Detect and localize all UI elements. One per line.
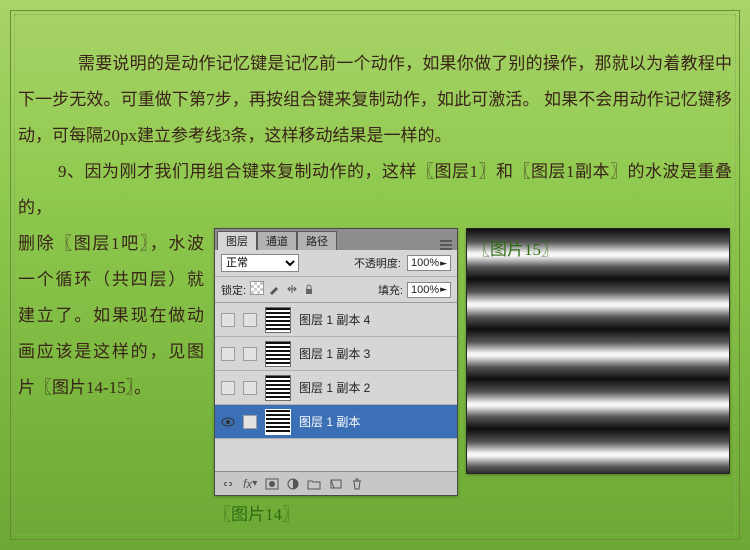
blend-opacity-row: 正常 不透明度: 100%▶ (215, 250, 457, 277)
lock-all-icon[interactable] (302, 283, 316, 297)
lock-position-icon[interactable] (285, 283, 299, 297)
opacity-value[interactable]: 100%▶ (407, 255, 451, 271)
tab-channels[interactable]: 通道 (257, 231, 297, 250)
layer-style-icon[interactable]: fx▾ (243, 477, 257, 491)
lock-pixels-icon[interactable] (267, 283, 281, 297)
panel-tabs: 图层 通道 路径 (215, 229, 457, 250)
layer-thumb (265, 307, 291, 333)
blend-mode-select[interactable]: 正常 (221, 254, 299, 272)
layer-row[interactable]: 图层 1 副本 3 (215, 337, 457, 371)
visibility-toggle[interactable] (221, 313, 235, 327)
paragraph-2b: 删除〖图层1吧〗，水波一个循环（共四层）就建立了。如果现在做动画应该是这样的，见… (18, 226, 204, 406)
fill-label: 填充: (378, 282, 403, 298)
paragraph-2a: 9、因为刚才我们用组合键来复制动作的，这样〖图层1〗和〖图层1副本〗的水波是重叠… (18, 154, 732, 226)
preview-wrap: 〖图片15〗 (466, 228, 730, 474)
link-box[interactable] (243, 415, 257, 429)
layers-list: 图层 1 副本 4 图层 1 副本 3 图层 1 副本 2 图层 1 副本 (215, 303, 457, 471)
opacity-label: 不透明度: (354, 255, 401, 271)
layers-panel-wrap: 图层 通道 路径 正常 不透明度: 100%▶ 锁定: (214, 228, 458, 525)
layer-name: 图层 1 副本 3 (299, 345, 370, 362)
link-layers-icon[interactable] (221, 478, 235, 490)
article-frame: 需要说明的是动作记忆键是记忆前一个动作，如果你做了别的操作，那就以为着教程中下一… (10, 10, 740, 540)
layer-group-icon[interactable] (307, 478, 321, 490)
tab-layers[interactable]: 图层 (217, 231, 257, 250)
lock-label: 锁定: (221, 282, 246, 298)
lock-icons (250, 281, 316, 298)
layer-thumb (265, 341, 291, 367)
paragraph-1: 需要说明的是动作记忆键是记忆前一个动作，如果你做了别的操作，那就以为着教程中下一… (18, 46, 732, 154)
image14-caption: 〖图片14〗 (214, 500, 458, 525)
image15-preview: 〖图片15〗 (466, 228, 730, 474)
layer-name: 图层 1 副本 (299, 413, 360, 430)
layer-name: 图层 1 副本 4 (299, 311, 370, 328)
link-box[interactable] (243, 347, 257, 361)
lock-transparent-icon[interactable] (250, 281, 264, 295)
tab-paths[interactable]: 路径 (297, 231, 337, 250)
link-box[interactable] (243, 313, 257, 327)
layer-thumb (265, 375, 291, 401)
panel-menu-icon[interactable] (439, 240, 453, 250)
link-box[interactable] (243, 381, 257, 395)
layer-row[interactable]: 图层 1 副本 (215, 405, 457, 439)
adjustment-layer-icon[interactable] (287, 478, 299, 490)
lock-fill-row: 锁定: 填充: 100 (215, 277, 457, 303)
visibility-toggle[interactable] (221, 347, 235, 361)
layer-thumb (265, 409, 291, 435)
visibility-toggle[interactable] (221, 381, 235, 395)
layer-row[interactable]: 图层 1 副本 4 (215, 303, 457, 337)
layer-mask-icon[interactable] (265, 478, 279, 490)
left-text-column: 删除〖图层1吧〗，水波一个循环（共四层）就建立了。如果现在做动画应该是这样的，见… (16, 226, 206, 406)
visibility-toggle[interactable] (221, 415, 235, 429)
delete-layer-icon[interactable] (351, 478, 363, 490)
fill-value[interactable]: 100%▶ (407, 282, 451, 298)
lower-section: 删除〖图层1吧〗，水波一个循环（共四层）就建立了。如果现在做动画应该是这样的，见… (16, 226, 734, 525)
layer-name: 图层 1 副本 2 (299, 379, 370, 396)
panel-footer: fx▾ (215, 471, 457, 495)
new-layer-icon[interactable] (329, 478, 343, 490)
image15-caption: 〖图片15〗 (473, 235, 558, 260)
layer-row[interactable]: 图层 1 副本 2 (215, 371, 457, 405)
layers-panel: 图层 通道 路径 正常 不透明度: 100%▶ 锁定: (214, 228, 458, 496)
